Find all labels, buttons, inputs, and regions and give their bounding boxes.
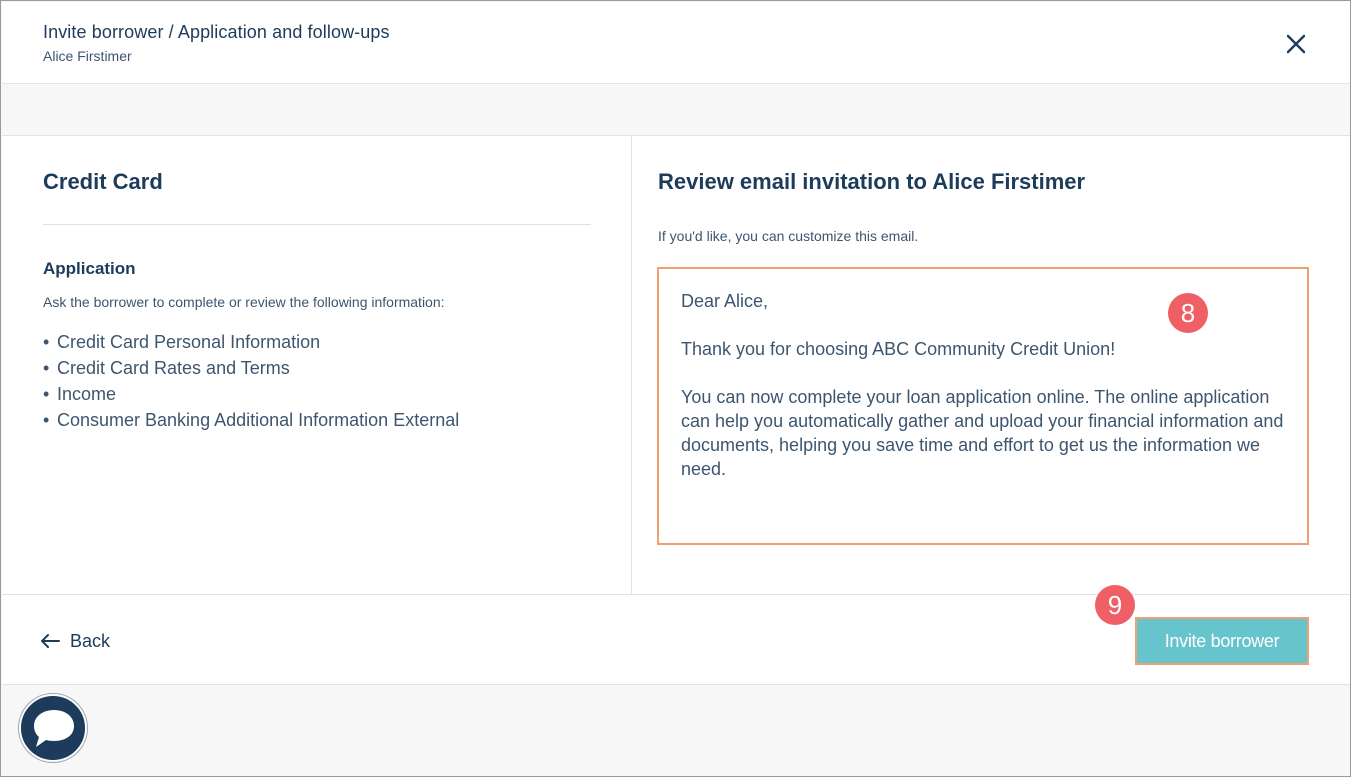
divider [43, 224, 591, 225]
back-button[interactable]: Back [40, 629, 110, 653]
list-item: • Credit Card Personal Information [43, 332, 321, 352]
email-review-hint: If you'd like, you can customize this em… [658, 228, 919, 244]
list-item: • Credit Card Rates and Terms [43, 358, 290, 378]
borrower-name: Alice Firstimer [43, 48, 132, 64]
app-frame: Invite borrower / Application and follow… [0, 0, 1351, 777]
arrow-left-icon [41, 634, 60, 648]
email-paragraph: You can now complete your loan applicati… [681, 387, 1284, 479]
application-heading: Application [43, 259, 136, 278]
dialog-content: Credit Card Application Ask the borrower… [2, 135, 1350, 685]
close-button[interactable] [1284, 32, 1308, 56]
email-review-title: Review email invitation to Alice Firstim… [658, 169, 1086, 194]
page-title: Invite borrower / Application and follow… [43, 22, 390, 42]
step-badge: 9 [1095, 585, 1135, 625]
list-item: • Income [43, 384, 117, 404]
application-description: Ask the borrower to complete or review t… [43, 294, 445, 310]
dialog-header: Invite borrower / Application and follow… [2, 2, 1350, 84]
email-paragraph: Thank you for choosing ABC Community Cre… [681, 339, 1116, 359]
invite-borrower-button[interactable]: Invite borrower [1135, 617, 1309, 665]
application-summary-panel: Credit Card Application Ask the borrower… [2, 136, 632, 594]
chat-bubble-icon [34, 710, 74, 747]
product-title: Credit Card [43, 169, 163, 194]
list-item: • Consumer Banking Additional Information… [43, 410, 460, 430]
email-body-editor[interactable]: Dear Alice, Thank you for choosing ABC C… [657, 267, 1309, 545]
email-review-panel: Review email invitation to Alice Firstim… [633, 136, 1350, 594]
dialog-footer: Back 9 Invite borrower [2, 585, 1350, 686]
step-badge: 8 [1168, 293, 1208, 333]
close-icon [1286, 34, 1306, 54]
application-items-list: • Credit Card Personal Information • Credi… [43, 329, 459, 433]
back-label: Back [70, 630, 111, 651]
chat-button[interactable] [19, 694, 87, 762]
